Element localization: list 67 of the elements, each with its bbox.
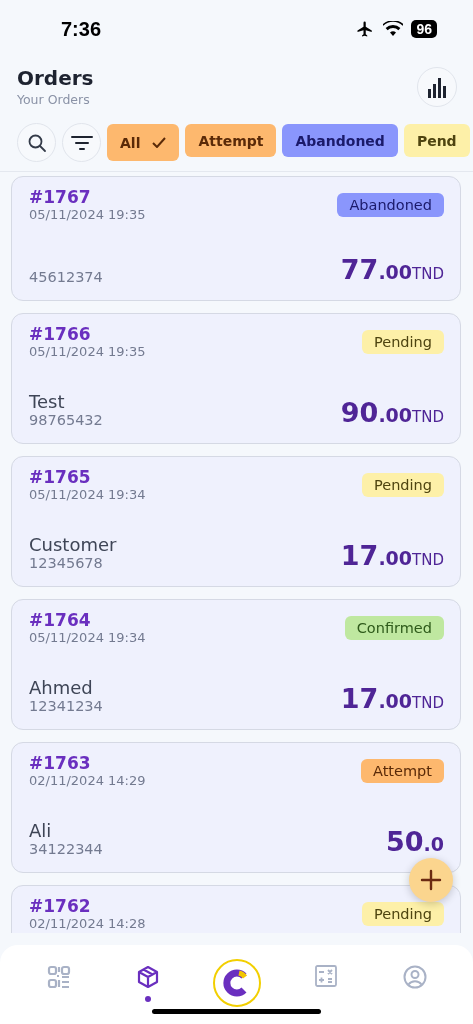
battery-level: 96 [411,20,437,38]
currency-label: TND [412,551,444,569]
customer-phone: 98765432 [29,412,103,428]
customer-phone: 34122344 [29,841,103,857]
check-icon [152,137,167,148]
filter-chip[interactable]: Pend [403,124,470,157]
order-date: 05/11/2024 19:35 [29,207,146,222]
status-badge: Pending [362,330,444,354]
status-badge: Abandoned [337,193,444,217]
amount-integer: 90 [340,397,379,428]
status-badge: Pending [362,902,444,926]
customer-phone: 12341234 [29,698,103,714]
order-card[interactable]: #1765 05/11/2024 19:34 Pending Customer 12345678 17.00TND [11,456,461,587]
filter-chip[interactable]: Abandoned [282,124,398,157]
search-icon [26,132,47,153]
page-subtitle: Your Orders [17,92,91,107]
currency-label: TND [412,408,444,426]
page-title: Orders [17,66,94,90]
status-time: 7:36 [61,17,102,41]
order-number: #1762 [29,896,92,916]
status-badge: Attempt [361,759,444,783]
amount-integer: 17 [340,683,379,714]
wifi-icon [383,21,404,37]
filter-button[interactable] [62,123,101,162]
plus-icon [420,869,442,891]
order-card[interactable]: #1762 02/11/2024 14:28 Pending [11,885,461,933]
customer-name: Test [29,391,66,412]
order-card[interactable]: #1767 05/11/2024 19:35 Abandoned 45612374 77.00TND [11,176,461,301]
active-indicator [144,996,151,1002]
customer-phone: 12345678 [29,555,104,571]
status-badge: Pending [362,473,444,497]
amount-integer: 77 [340,254,379,285]
order-date: 02/11/2024 14:29 [29,773,146,788]
order-number: #1767 [29,187,92,207]
box-icon[interactable] [135,965,160,991]
amount-decimals: .00 [378,261,413,283]
order-date: 02/11/2024 14:28 [29,916,146,931]
amount-decimals: .00 [378,404,413,426]
status-badge: Confirmed [344,616,444,640]
filter-icon [70,134,93,151]
statistics-button[interactable] [417,66,457,107]
customer-phone: 45612374 [29,269,103,285]
app-logo-button[interactable] [212,959,261,1007]
bar-chart-icon [427,75,447,98]
amount-decimals: .00 [378,547,413,569]
order-card[interactable]: #1763 02/11/2024 14:29 Attempt Ali 34122344 50.0 [11,742,461,873]
amount-decimals: .00 [378,690,413,712]
customer-name: Customer [29,534,117,555]
order-card[interactable]: #1766 05/11/2024 19:35 Pending Test 98765432 90.00TND [11,313,461,444]
filter-chip[interactable]: Attempt [185,124,277,157]
amount-integer: 17 [340,540,379,571]
order-number: #1765 [29,467,92,487]
amount-decimals: .0 [423,833,444,855]
amount-integer: 50 [385,826,424,857]
currency-label: TND [412,694,444,712]
order-date: 05/11/2024 19:34 [29,487,146,502]
filter-chip[interactable]: All [107,124,180,161]
search-button[interactable] [17,123,56,162]
currency-label: TND [412,265,444,283]
order-number: #1764 [29,610,92,630]
order-number: #1763 [29,753,92,773]
order-card[interactable]: #1764 05/11/2024 19:34 Confirmed Ahmed 12341234 17.00TND [11,599,461,730]
customer-name: Ali [29,820,53,841]
order-number: #1766 [29,324,92,344]
order-date: 05/11/2024 19:35 [29,344,146,359]
customer-name: Ahmed [29,677,94,698]
order-date: 05/11/2024 19:34 [29,630,146,645]
